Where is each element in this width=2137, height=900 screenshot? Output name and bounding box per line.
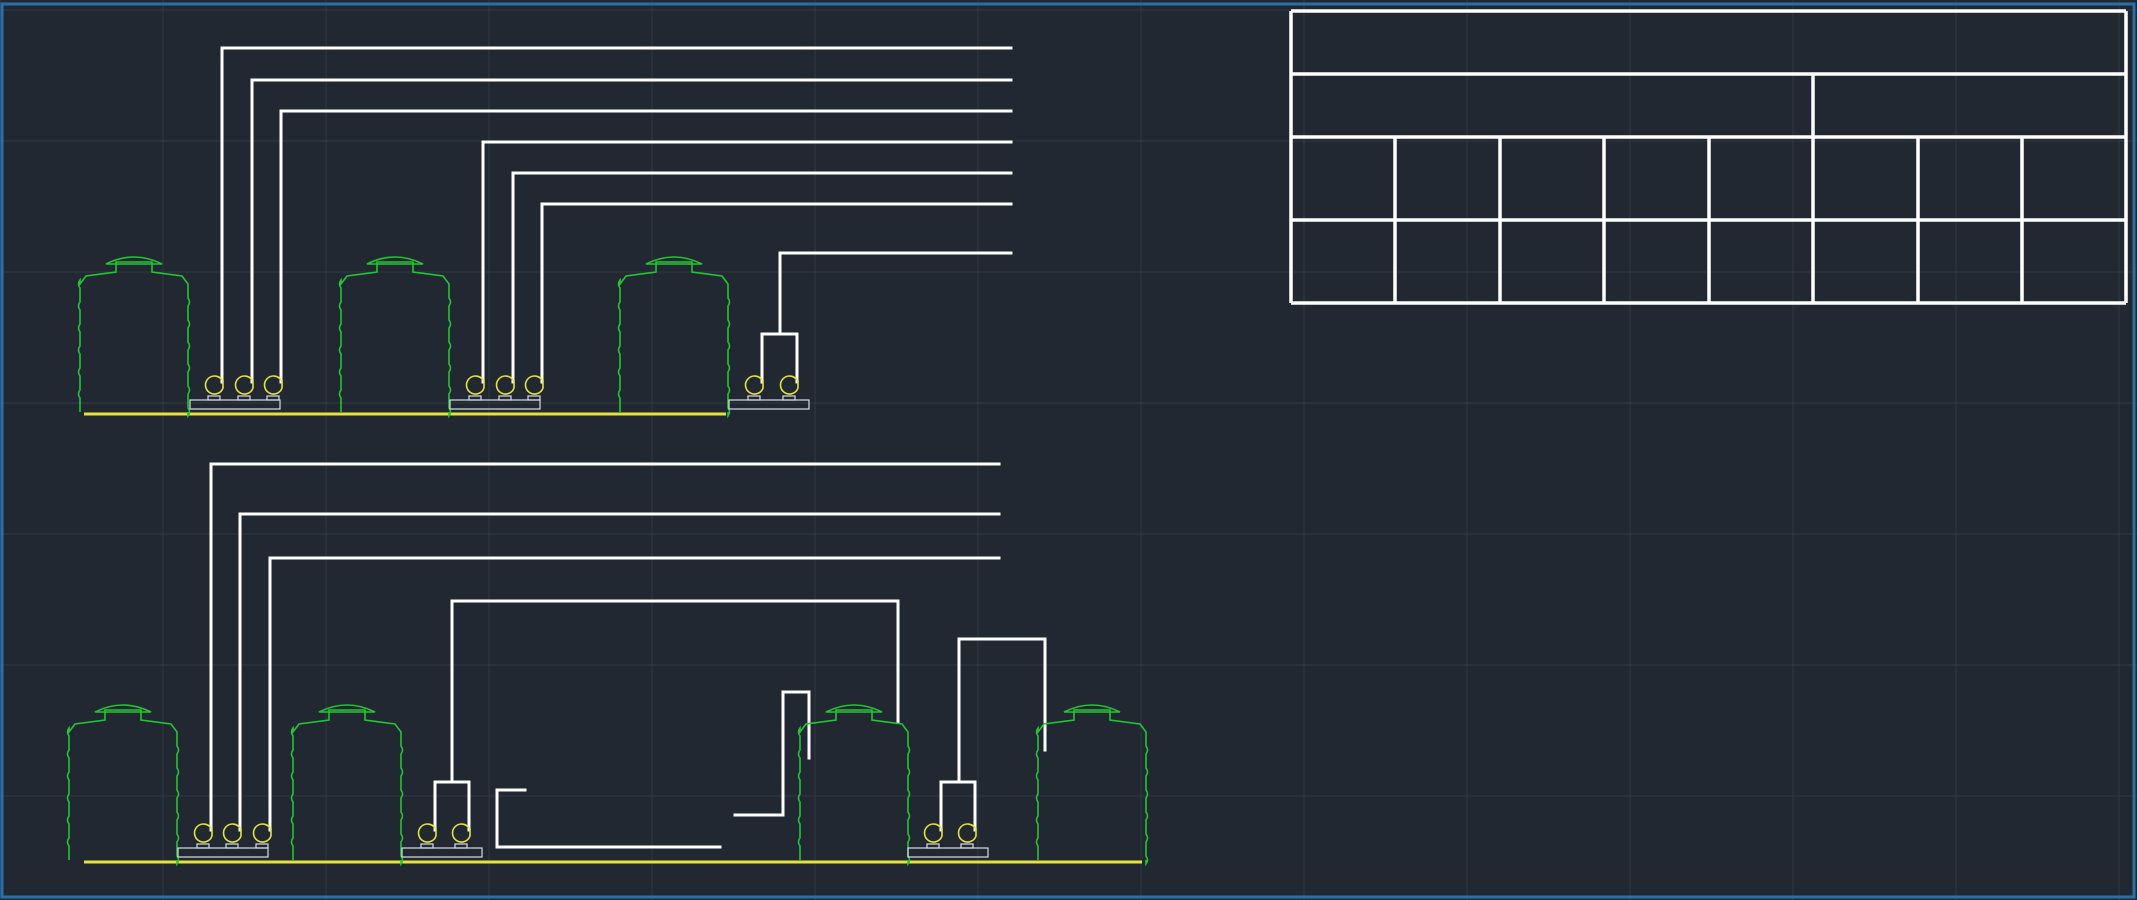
drawing-background [0, 0, 2137, 900]
drawing-svg [0, 0, 2137, 900]
cad-drawing-canvas [0, 0, 2137, 900]
